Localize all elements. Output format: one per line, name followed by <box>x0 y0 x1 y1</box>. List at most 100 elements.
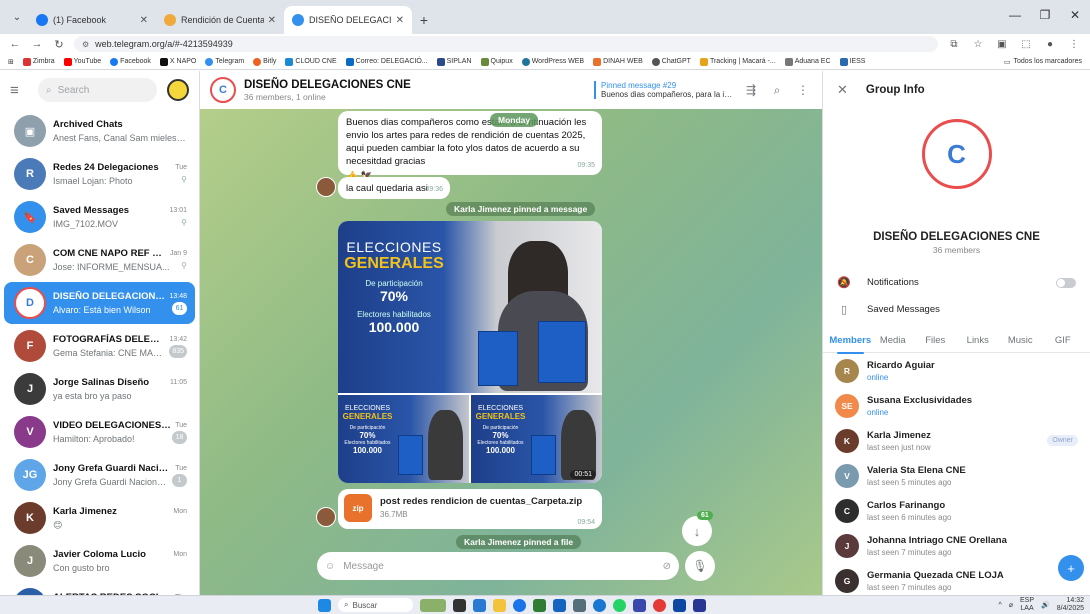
tab-gif[interactable]: GIF <box>1042 331 1085 353</box>
file-message[interactable]: zip post redes rendicion de cuentas_Carp… <box>338 489 602 529</box>
bookmark-youtube[interactable]: YouTube <box>63 57 101 66</box>
app-icon[interactable] <box>653 598 666 612</box>
tab-media[interactable]: Media <box>872 331 915 353</box>
excel-icon[interactable] <box>533 598 546 612</box>
forward-icon[interactable]: → <box>30 38 44 50</box>
attach-icon[interactable]: ⊘ <box>663 561 671 572</box>
pinned-list-icon[interactable]: ⇶ <box>742 83 760 97</box>
task-view-icon[interactable] <box>453 598 466 612</box>
chat-list-item[interactable]: 🔖 Saved Messages 13:01 IMG_7102.MOV ⚲ <box>4 196 195 238</box>
close-icon[interactable]: ✕ <box>837 82 848 98</box>
back-icon[interactable]: ← <box>8 38 22 50</box>
bookmark-facebook[interactable]: Facebook <box>110 57 151 66</box>
widgets-icon[interactable] <box>420 598 446 612</box>
split-icon[interactable]: ▣ <box>994 39 1010 50</box>
chat-list-item[interactable]: FFOTOGRAFÍAS DELEGAC...13:42Gema Stefani… <box>4 325 195 367</box>
bookmark-aduana[interactable]: Aduana EC <box>784 57 831 66</box>
bookmark-wordpress[interactable]: WordPress WEB <box>521 57 584 66</box>
message-composer[interactable]: ☺ Message ⊘ <box>317 552 679 580</box>
group-avatar[interactable]: C <box>210 77 236 103</box>
tab-music[interactable]: Music <box>999 331 1042 353</box>
bookmark-zimbra[interactable]: Zimbra <box>22 57 55 66</box>
site-info-icon[interactable]: ⚙ <box>82 40 89 49</box>
bookmark-cloud-cne[interactable]: CLOUD CNE <box>285 57 337 66</box>
chat-list-item[interactable]: JG Jony Grefa Guardi Nacion... Tue Jony Gre… <box>4 454 195 496</box>
message-bubble[interactable]: Buenos dias compañeros como estan, a con… <box>338 111 602 182</box>
restore-icon[interactable]: ❐ <box>1030 0 1060 30</box>
chat-list-item[interactable]: K Karla Jimenez Mon 😊 <box>4 497 195 539</box>
browser-menu-icon[interactable]: ⋮ <box>1066 39 1082 50</box>
install-icon[interactable]: ⧉ <box>946 39 962 50</box>
clock[interactable]: 14:32 8/4/2025 <box>1057 597 1084 613</box>
extensions-icon[interactable]: ⬚ <box>1018 39 1034 50</box>
add-member-button[interactable]: + <box>1058 555 1084 581</box>
volume-icon[interactable]: 🔊 <box>1041 601 1050 609</box>
search-input[interactable]: ⌕ Search <box>38 78 157 102</box>
chevron-up-icon[interactable]: ^ <box>999 602 1002 609</box>
all-bookmarks-folder[interactable]: ▭ Todos los marcadores <box>1004 58 1082 66</box>
browser-tab-telegram[interactable]: DISEÑO DELEGACIONES CNE ✕ <box>284 6 412 34</box>
sender-avatar[interactable] <box>316 507 336 527</box>
bookmark-siplan[interactable]: SIPLAN <box>436 57 472 66</box>
notifications-row[interactable]: 🔕 Notifications <box>823 269 1090 296</box>
member-row[interactable]: SE Susana Exclusividades online <box>823 388 1090 423</box>
chat-list-item[interactable]: C COM CNE NAPO REF 2025 Jan 9 Jose: INFORME… <box>4 239 195 281</box>
tab-members[interactable]: Members <box>829 331 872 354</box>
chat-list-item[interactable]: R Redes 24 Delegaciones Tue Ismael Lojan: P… <box>4 153 195 195</box>
profile-avatar[interactable]: ● <box>1042 39 1058 50</box>
chat-title-block[interactable]: DISEÑO DELEGACIONES CNE 36 members, 1 on… <box>244 79 411 102</box>
hamburger-menu-icon[interactable]: ≡ <box>10 82 28 99</box>
member-row[interactable]: J Johanna Intriago CNE Orellana last seen … <box>823 528 1090 563</box>
new-tab-button[interactable]: + <box>412 6 436 34</box>
microphone-button[interactable]: 🎙 <box>685 551 715 581</box>
chat-list-item[interactable]: DDISEÑO DELEGACIONES ...13:48Alvaro: Est… <box>4 282 195 324</box>
chat-list-item[interactable]: J Javier Coloma Lucio Mon Con gusto bro <box>4 540 195 582</box>
user-avatar[interactable] <box>167 79 189 101</box>
emoji-icon[interactable]: ☺ <box>325 561 335 572</box>
notifications-toggle[interactable] <box>1056 277 1076 288</box>
language-indicator[interactable]: ESP LAA <box>1020 597 1034 613</box>
bookmark-x-napo[interactable]: X NAPO <box>159 57 196 66</box>
chat-list-item[interactable]: V VIDEO DELEGACIONES CNE Tue Hamilton: Apro… <box>4 411 195 453</box>
sender-avatar[interactable] <box>316 177 336 197</box>
file-explorer-icon[interactable] <box>493 598 506 612</box>
bookmark-telegram[interactable]: Telegram <box>205 57 244 66</box>
bookmark-bitly[interactable]: Bitly <box>253 57 276 66</box>
pinned-message-bar[interactable]: Pinned message #29 Buenos dias compañero… <box>594 81 734 99</box>
start-icon[interactable] <box>318 598 331 612</box>
app-icon[interactable] <box>593 598 606 612</box>
chat-list-item[interactable]: AALERTAS REDES SOCIALE...ThuErika Rivera… <box>4 583 195 595</box>
close-tab-icon[interactable]: ✕ <box>396 15 404 26</box>
bookmark-star-icon[interactable]: ☆ <box>970 39 986 50</box>
search-icon[interactable]: ⌕ <box>768 83 786 98</box>
media-album[interactable]: ELECCIONES GENERALES De participación 70… <box>338 221 602 483</box>
saved-messages-row[interactable]: ▯ Saved Messages <box>823 296 1090 323</box>
chrome-icon[interactable] <box>513 598 526 612</box>
group-avatar-large[interactable]: C <box>921 119 992 189</box>
chat-list-item[interactable]: J Jorge Salinas Diseño 11:05 ya esta bro ya… <box>4 368 195 410</box>
whatsapp-icon[interactable] <box>613 598 626 612</box>
app-icon[interactable] <box>633 598 646 612</box>
reload-icon[interactable]: ↻ <box>52 38 66 51</box>
network-icon[interactable]: ⌀ <box>1009 601 1013 609</box>
more-options-icon[interactable]: ⋮ <box>794 83 812 97</box>
tab-list-icon[interactable]: ⌄ <box>6 4 28 30</box>
tab-links[interactable]: Links <box>957 331 1000 353</box>
app-icon[interactable] <box>573 598 586 612</box>
browser-tab-rendicion[interactable]: Rendición de Cuentas Napo 20 ✕ <box>156 6 284 34</box>
scroll-down-button[interactable]: ↓ <box>682 516 712 546</box>
browser-tab-facebook[interactable]: (1) Facebook ✕ <box>28 6 156 34</box>
close-tab-icon[interactable]: ✕ <box>140 15 148 26</box>
word-icon[interactable] <box>553 598 566 612</box>
chat-list-item[interactable]: ▣ Archived Chats Anest Fans, Canal Sam mie… <box>4 110 195 152</box>
member-row[interactable]: C Carlos Farinango last seen 6 minutes ago <box>823 493 1090 528</box>
bookmark-dinah[interactable]: DINAH WEB <box>593 57 643 66</box>
edge-icon[interactable] <box>473 598 486 612</box>
minimize-icon[interactable]: — <box>1000 0 1030 30</box>
album-video[interactable]: ELECCIONES GENERALES De participación 70… <box>471 395 602 483</box>
message-input[interactable]: Message <box>343 561 654 572</box>
member-row[interactable]: K Karla Jimenez last seen just now Owner <box>823 423 1090 458</box>
bookmark-chatgpt[interactable]: ChatGPT <box>651 57 691 66</box>
album-image-main[interactable]: ELECCIONES GENERALES De participación 70… <box>338 221 602 393</box>
member-row[interactable]: G Germania Quezada CNE LOJA last seen 7 mi… <box>823 563 1090 595</box>
